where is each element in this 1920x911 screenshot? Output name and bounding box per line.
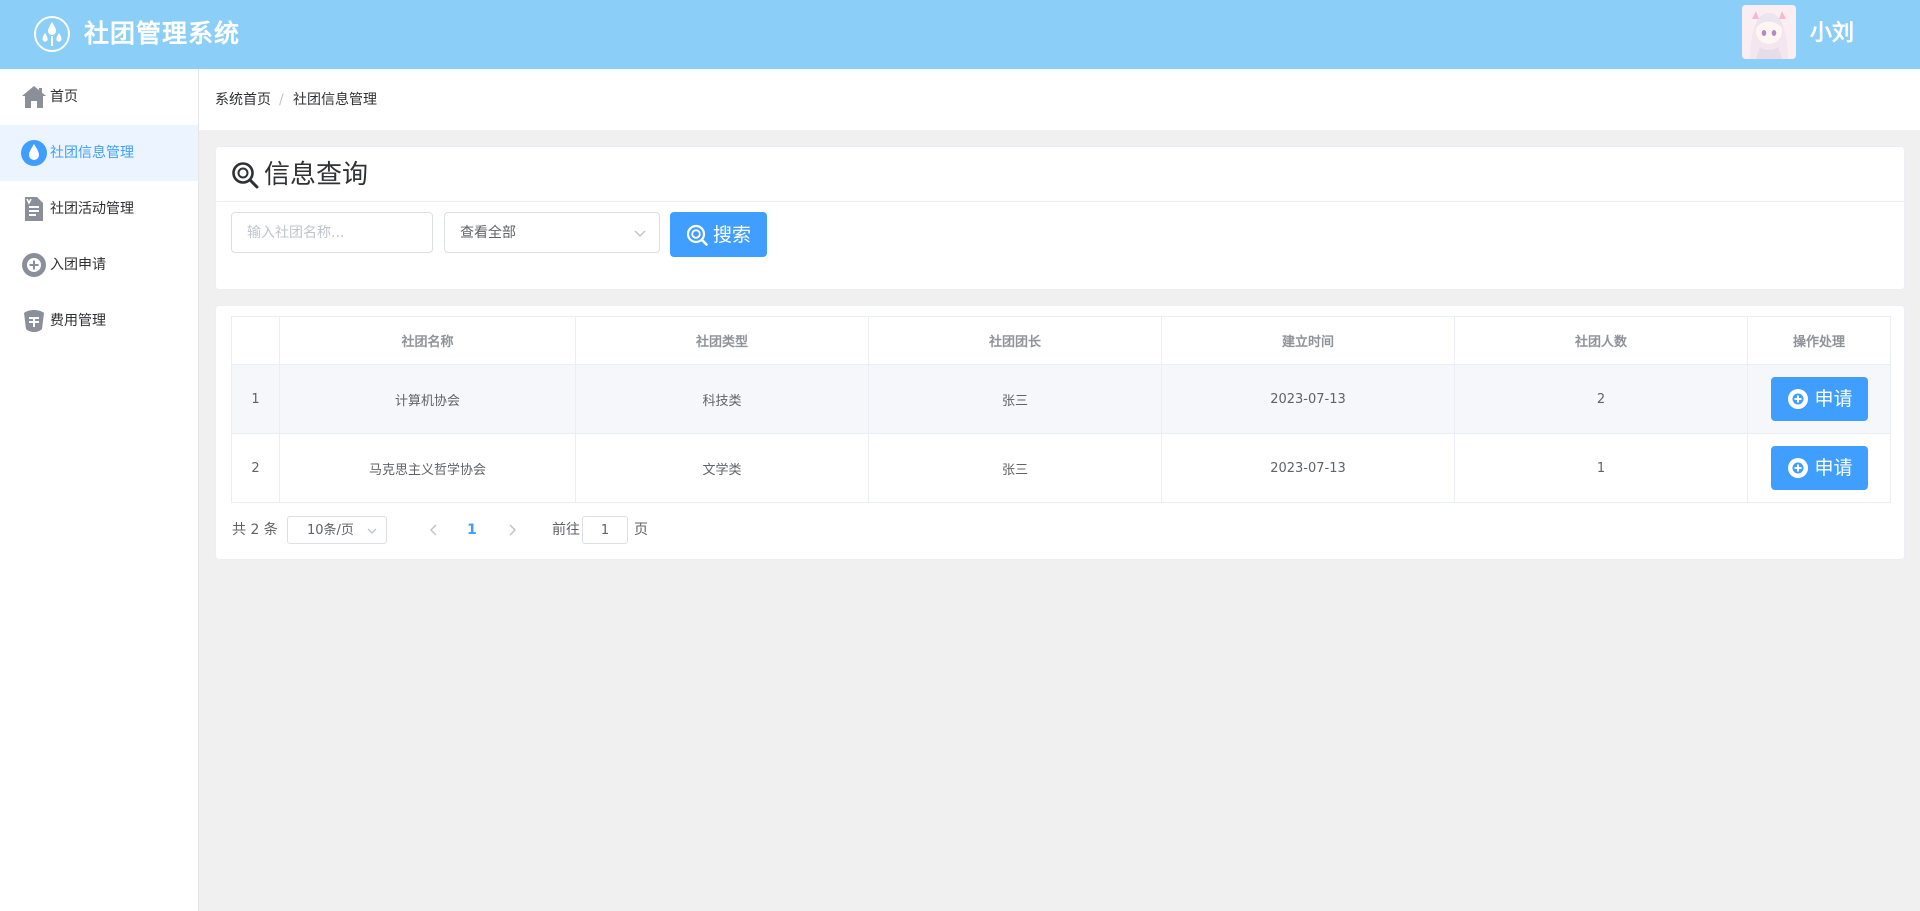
sidebar-item-label: 入团申请 [50,257,106,273]
sidebar-item-label: 费用管理 [50,313,106,329]
search-icon [232,162,259,189]
sidebar-item-label: 首页 [50,89,78,105]
page-size-select[interactable]: 10条/页 [287,516,387,544]
created-date-cell: 2023-07-13 [1161,364,1455,434]
sidebar-item-club-info[interactable]: 社团信息管理 [0,125,198,181]
row-index: 1 [231,364,280,434]
app-title: 社团管理系统 [84,19,241,48]
action-cell: 申请 [1747,433,1891,503]
plus-circle-icon [1787,458,1808,478]
club-type-select[interactable]: 查看全部 [444,212,660,253]
pagination: 共 2 条 10条/页 1 前往 页 [231,516,831,544]
goto-page-input[interactable] [582,516,628,544]
pagination-total: 共 2 条 [232,522,278,538]
chevron-down-icon [367,528,377,534]
club-name-cell: 马克思主义哲学协会 [279,433,576,503]
apply-button[interactable]: 申请 [1770,377,1868,421]
search-card: 信息查询 查看全部 搜索 [215,146,1905,290]
club-name-input[interactable] [231,212,433,253]
page-size-value: 10条/页 [307,523,354,538]
club-leader-cell: 张三 [868,364,1162,434]
club-type-cell: 科技类 [575,364,869,434]
apply-button[interactable]: 申请 [1770,446,1868,490]
sidebar-item-fee[interactable]: 费用管理 [0,293,198,349]
plus-circle-icon [1787,389,1808,409]
club-type-cell: 文学类 [575,433,869,503]
avatar-image [1742,5,1796,59]
home-icon [22,86,46,108]
sidebar-item-home[interactable]: 首页 [0,69,198,125]
search-card-header: 信息查询 [216,147,1904,202]
drop-icon [21,140,47,166]
sidebar-item-label: 社团信息管理 [50,145,134,161]
table-card: 社团名称 社团类型 社团团长 建立时间 社团人数 操作处理 1 计算机协会 科技… [215,305,1905,560]
column-header-name: 社团名称 [279,316,576,365]
sidebar-item-join-request[interactable]: 入团申请 [0,237,198,293]
avatar[interactable] [1742,5,1796,59]
club-type-select-value: 查看全部 [460,225,516,241]
table-row: 1 计算机协会 科技类 张三 2023-07-13 2 申请 [231,364,1891,434]
search-button-label: 搜索 [713,224,752,246]
created-date-cell: 2023-07-13 [1161,433,1455,503]
action-cell: 申请 [1747,364,1891,434]
page-number-current[interactable]: 1 [467,521,477,539]
page-suffix: 页 [634,522,648,538]
breadcrumb-home[interactable]: 系统首页 [215,91,271,109]
breadcrumb: 系统首页 / 社团信息管理 [199,69,1920,130]
username[interactable]: 小刘 [1810,19,1854,49]
column-header-index [231,316,280,365]
apply-button-label: 申请 [1814,457,1853,479]
fee-icon [24,310,44,332]
search-icon [686,224,708,246]
column-header-members: 社团人数 [1454,316,1748,365]
column-header-created: 建立时间 [1161,316,1455,365]
goto-label: 前往 [552,522,580,538]
chevron-down-icon [634,230,646,238]
search-button[interactable]: 搜索 [670,212,767,257]
breadcrumb-separator: / [279,92,284,108]
chevron-left-icon[interactable] [427,523,441,537]
table-row: 2 马克思主义哲学协会 文学类 张三 2023-07-13 1 申请 [231,433,1891,503]
plus-circle-icon [22,253,46,277]
breadcrumb-current: 社团信息管理 [293,92,377,108]
sidebar-item-club-activity[interactable]: 社团活动管理 [0,181,198,237]
table-header-row: 社团名称 社团类型 社团团长 建立时间 社团人数 操作处理 [231,316,1891,365]
club-leader-cell: 张三 [868,433,1162,503]
column-header-actions: 操作处理 [1747,316,1891,365]
chevron-right-icon[interactable] [505,523,519,537]
sidebar: 首页 社团信息管理 社团活动管理 入团申请 费用管理 [0,69,199,911]
logo-drops-icon [34,16,70,52]
column-header-leader: 社团团长 [868,316,1162,365]
club-name-cell: 计算机协会 [279,364,576,434]
search-card-title: 信息查询 [264,160,369,190]
row-index: 2 [231,433,280,503]
column-header-type: 社团类型 [575,316,869,365]
member-count-cell: 1 [1454,433,1748,503]
sidebar-item-label: 社团活动管理 [50,201,134,217]
document-icon [25,197,43,221]
apply-button-label: 申请 [1814,388,1853,410]
club-table: 社团名称 社团类型 社团团长 建立时间 社团人数 操作处理 1 计算机协会 科技… [231,316,1891,503]
top-header: 社团管理系统 小刘 [0,0,1920,69]
member-count-cell: 2 [1454,364,1748,434]
